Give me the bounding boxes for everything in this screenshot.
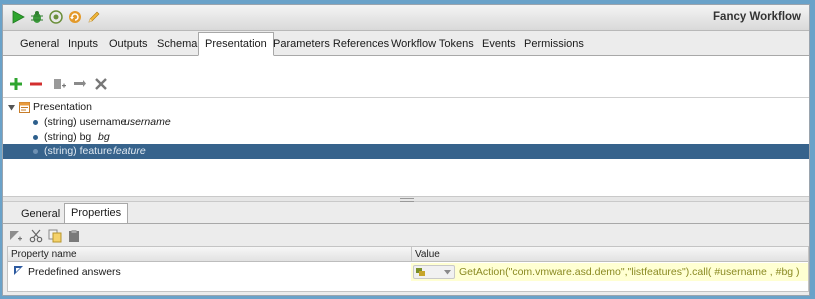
- bullet-icon: [33, 149, 38, 154]
- window-title: Fancy Workflow: [713, 11, 801, 23]
- column-header-value[interactable]: Value: [412, 247, 808, 262]
- tab-divider: [3, 223, 809, 224]
- tree-item-name: feature: [113, 145, 146, 157]
- tab-bottom-properties[interactable]: Properties: [64, 203, 129, 223]
- bullet-icon: [33, 120, 38, 125]
- chevron-down-icon: [444, 270, 451, 275]
- tree-item-type: (string) username: [44, 116, 127, 128]
- title-bar: Fancy Workflow: [3, 5, 809, 31]
- presentation-tree: Presentation (string) username username …: [3, 97, 809, 159]
- tab-general[interactable]: General: [14, 34, 65, 54]
- tree-item-feature[interactable]: (string) feature feature: [3, 144, 809, 159]
- tab-workflow-tokens[interactable]: Workflow Tokens: [385, 34, 480, 54]
- refresh-icon[interactable]: [68, 10, 82, 24]
- delete-icon[interactable]: [94, 77, 108, 91]
- tree-root[interactable]: Presentation: [3, 100, 809, 115]
- bullet-icon: [33, 135, 38, 140]
- tab-schema[interactable]: Schema: [151, 34, 203, 54]
- add-icon[interactable]: [9, 77, 23, 91]
- tree-root-label: Presentation: [33, 101, 92, 113]
- property-name-cell: Predefined answers: [28, 266, 121, 278]
- property-value-text[interactable]: GetAction("com.vmware.asd.demo","listfea…: [459, 263, 800, 281]
- tab-inputs[interactable]: Inputs: [62, 34, 104, 54]
- value-mode-dropdown[interactable]: [413, 265, 455, 279]
- tab-permissions[interactable]: Permissions: [518, 34, 590, 54]
- tab-presentation[interactable]: Presentation: [198, 32, 274, 56]
- tree-item-name: username: [124, 116, 171, 128]
- add-step-icon[interactable]: [53, 77, 67, 91]
- remove-icon[interactable]: [29, 77, 43, 91]
- debug-icon[interactable]: [30, 10, 44, 24]
- column-header-property-name[interactable]: Property name: [8, 247, 412, 262]
- presentation-icon: [19, 102, 30, 113]
- expand-triangle-icon[interactable]: [8, 104, 15, 111]
- property-value-cell[interactable]: GetAction("com.vmware.asd.demo","listfea…: [411, 263, 808, 281]
- tree-item-bg[interactable]: (string) bg bg: [3, 130, 809, 145]
- tab-parameters-references[interactable]: Parameters References: [267, 34, 395, 54]
- paste-icon[interactable]: [67, 229, 81, 243]
- main-tab-bar: General Inputs Outputs Schema Presentati…: [3, 31, 809, 56]
- copy-icon[interactable]: [48, 229, 62, 243]
- edit-icon[interactable]: [87, 10, 101, 24]
- property-flag-icon: [14, 266, 23, 275]
- tab-bottom-general[interactable]: General: [15, 205, 66, 223]
- tree-item-type: (string) bg: [44, 131, 92, 143]
- tree-item-name: bg: [98, 131, 110, 143]
- add-property-icon[interactable]: [9, 229, 23, 243]
- move-icon[interactable]: [73, 77, 87, 91]
- script-mode-icon: [416, 268, 425, 276]
- properties-pane: General Properties Property name Value P…: [3, 202, 809, 295]
- tree-item-username[interactable]: (string) username username: [3, 115, 809, 130]
- presentation-editor: Presentation (string) username username …: [3, 56, 809, 196]
- properties-table: Property name Value Predefined answers G…: [7, 246, 809, 292]
- validate-icon[interactable]: [49, 10, 63, 24]
- tab-events[interactable]: Events: [476, 34, 522, 54]
- workflow-window: Fancy Workflow General Inputs Outputs Sc…: [2, 4, 810, 296]
- tab-outputs[interactable]: Outputs: [103, 34, 154, 54]
- cut-icon[interactable]: [29, 229, 43, 243]
- run-icon[interactable]: [11, 10, 25, 24]
- tree-item-type: (string) feature: [44, 145, 113, 157]
